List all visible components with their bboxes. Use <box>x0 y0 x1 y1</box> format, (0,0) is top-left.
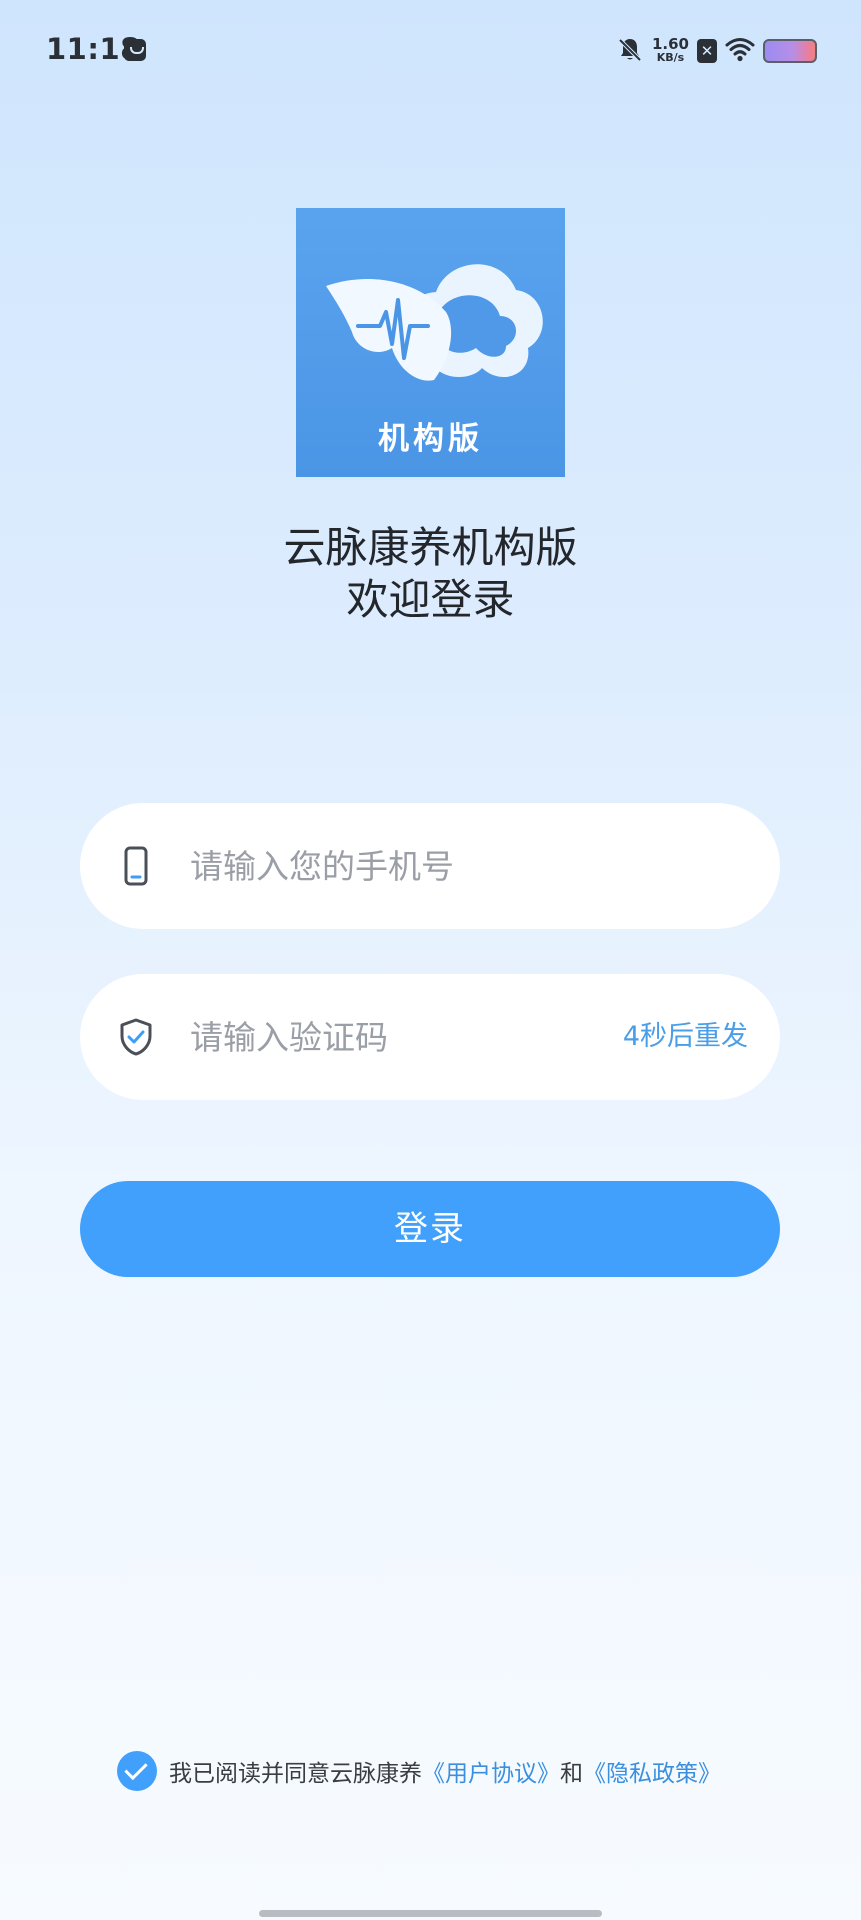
phone-icon <box>116 846 156 886</box>
code-field-container: 4秒后重发 <box>80 974 780 1100</box>
sim-x-icon: ✕ <box>697 39 717 63</box>
welcome-title: 欢迎登录 <box>346 575 515 624</box>
agreement-row: 我已阅读并同意云脉康养 《用户协议》 和 《隐私政策》 <box>117 1750 721 1792</box>
shield-check-icon <box>116 1017 156 1057</box>
user-agreement-link[interactable]: 《用户协议》 <box>422 1754 560 1788</box>
net-speed: 1.60 KB/s <box>652 37 689 65</box>
login-button[interactable]: 登录 <box>80 1181 780 1277</box>
code-input[interactable] <box>190 974 630 1100</box>
status-bar: 11:18 1.60 KB/s ✕ <box>0 0 861 100</box>
mute-bell-icon <box>616 35 644 67</box>
privacy-policy-link[interactable]: 《隐私政策》 <box>583 1754 721 1788</box>
battery-icon <box>763 39 817 63</box>
app-logo: 机构版 <box>296 208 565 477</box>
home-indicator[interactable] <box>259 1910 602 1917</box>
app-name: 云脉康养机构版 <box>283 523 578 572</box>
resend-countdown-button[interactable]: 4秒后重发 <box>623 974 748 1100</box>
agreement-prefix: 我已阅读并同意云脉康养 <box>169 1761 422 1787</box>
message-icon <box>124 39 146 61</box>
agreement-conjunction: 和 <box>560 1761 583 1787</box>
logo-text: 机构版 <box>378 421 483 457</box>
status-icons: 1.60 KB/s ✕ <box>616 34 817 68</box>
net-speed-unit: KB/s <box>656 51 685 64</box>
phone-input[interactable] <box>190 803 630 929</box>
wifi-icon <box>725 36 755 66</box>
phone-field-container <box>80 803 780 929</box>
net-speed-value: 1.60 <box>651 35 689 53</box>
agreement-checkbox[interactable] <box>117 1751 157 1791</box>
